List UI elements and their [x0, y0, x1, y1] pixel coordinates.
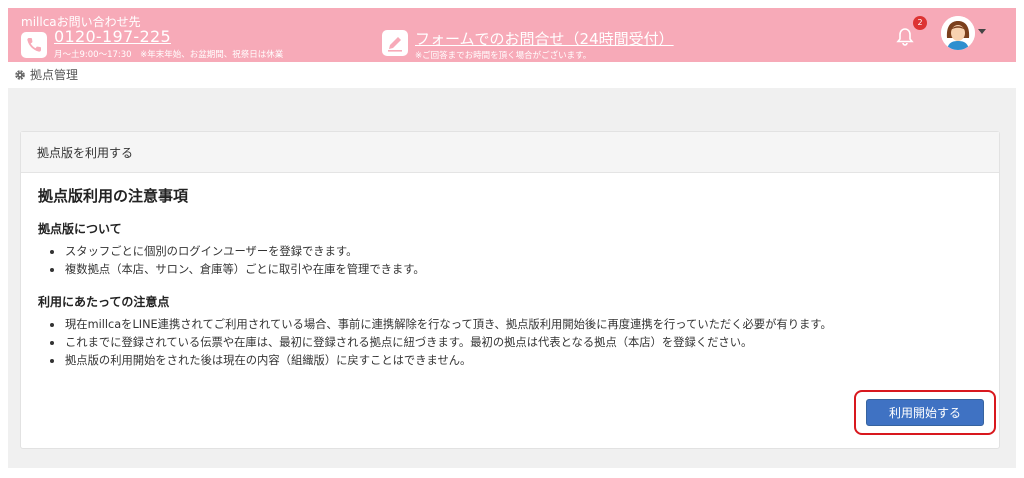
- phone-icon: [21, 32, 47, 58]
- section-heading-about: 拠点版について: [38, 222, 122, 236]
- start-button-highlight: 利用開始する: [854, 390, 996, 435]
- contact-form-note: ※ご回答までお時間を頂く場合がございます。: [415, 51, 592, 61]
- breadcrumb-label: 拠点管理: [30, 68, 79, 82]
- branch-edition-card: 拠点版を利用する 拠点版利用の注意事項 拠点版について スタッフごとに個別のログ…: [20, 131, 1000, 449]
- section-heading-notes: 利用にあたっての注意点: [38, 295, 170, 309]
- about-list: スタッフごとに個別のログインユーザーを登録できます。 複数拠点（本店、サロン、倉…: [38, 243, 982, 279]
- notification-count-badge: 2: [913, 16, 927, 30]
- notice-title: 拠点版利用の注意事項: [38, 187, 189, 205]
- gear-icon: [15, 69, 25, 80]
- card-header: 拠点版を利用する: [21, 132, 999, 173]
- user-avatar[interactable]: [941, 16, 975, 50]
- list-item: スタッフごとに個別のログインユーザーを登録できます。: [38, 243, 982, 261]
- top-header-bar: millcaお問い合わせ先 0120-197-225 月～土9:00～17:30…: [8, 8, 1016, 62]
- list-item: 現在millcaをLINE連携されてご利用されている場合、事前に連携解除を行なっ…: [38, 316, 982, 334]
- list-item: 複数拠点（本店、サロン、倉庫等）ごとに取引や在庫を管理できます。: [38, 261, 982, 279]
- contact-form-link[interactable]: フォームでのお問合せ（24時間受付）: [415, 28, 674, 49]
- card-body: 拠点版利用の注意事項 拠点版について スタッフごとに個別のログインユーザーを登録…: [21, 185, 999, 370]
- start-using-button[interactable]: 利用開始する: [866, 399, 984, 426]
- pencil-icon: [382, 30, 408, 56]
- phone-hours: 月～土9:00～17:30 ※年末年始、お盆期間、祝祭日は休業: [54, 50, 284, 60]
- phone-number-link[interactable]: 0120-197-225: [54, 27, 171, 46]
- caret-down-icon[interactable]: [978, 29, 986, 34]
- notes-list: 現在millcaをLINE連携されてご利用されている場合、事前に連携解除を行なっ…: [38, 316, 982, 370]
- list-item: 拠点版の利用開始をされた後は現在の内容（組織版）に戻すことはできません。: [38, 352, 982, 370]
- list-item: これまでに登録されている伝票や在庫は、最初に登録される拠点に紐づきます。最初の拠…: [38, 334, 982, 352]
- breadcrumb: 拠点管理: [14, 66, 78, 83]
- bell-icon[interactable]: [894, 26, 916, 48]
